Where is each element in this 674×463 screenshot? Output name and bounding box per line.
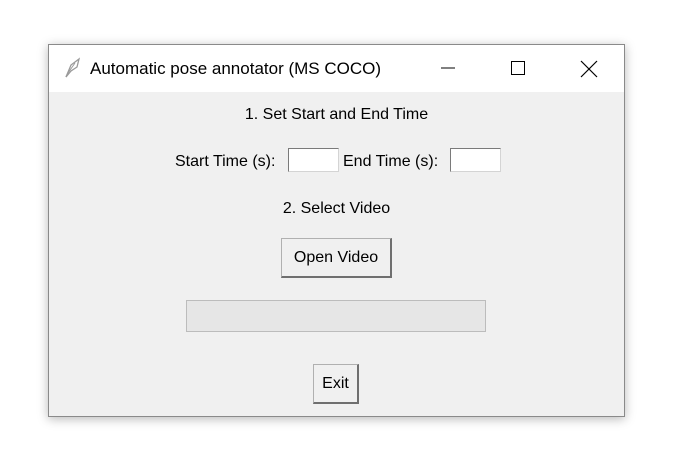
feather-icon bbox=[63, 57, 83, 79]
start-time-input[interactable] bbox=[288, 148, 339, 172]
open-video-button[interactable]: Open Video bbox=[281, 238, 392, 278]
app-window: Automatic pose annotator (MS COCO) 1. Se… bbox=[48, 44, 625, 417]
end-time-input[interactable] bbox=[450, 148, 501, 172]
window-client-area: 1. Set Start and End Time Start Time (s)… bbox=[49, 92, 624, 416]
close-button[interactable] bbox=[554, 45, 624, 92]
progress-bar bbox=[186, 300, 486, 332]
maximize-icon bbox=[511, 61, 525, 75]
end-time-label: End Time (s): bbox=[343, 153, 439, 170]
minimize-icon bbox=[441, 67, 455, 69]
step1-label: 1. Set Start and End Time bbox=[244, 106, 429, 123]
maximize-button[interactable] bbox=[484, 45, 554, 92]
close-icon bbox=[580, 60, 598, 78]
window-title: Automatic pose annotator (MS COCO) bbox=[90, 59, 382, 78]
minimize-button[interactable] bbox=[414, 45, 484, 92]
step2-label: 2. Select Video bbox=[282, 200, 391, 217]
start-time-label: Start Time (s): bbox=[175, 153, 276, 170]
title-bar[interactable]: Automatic pose annotator (MS COCO) bbox=[49, 45, 624, 92]
exit-button[interactable]: Exit bbox=[313, 364, 359, 404]
